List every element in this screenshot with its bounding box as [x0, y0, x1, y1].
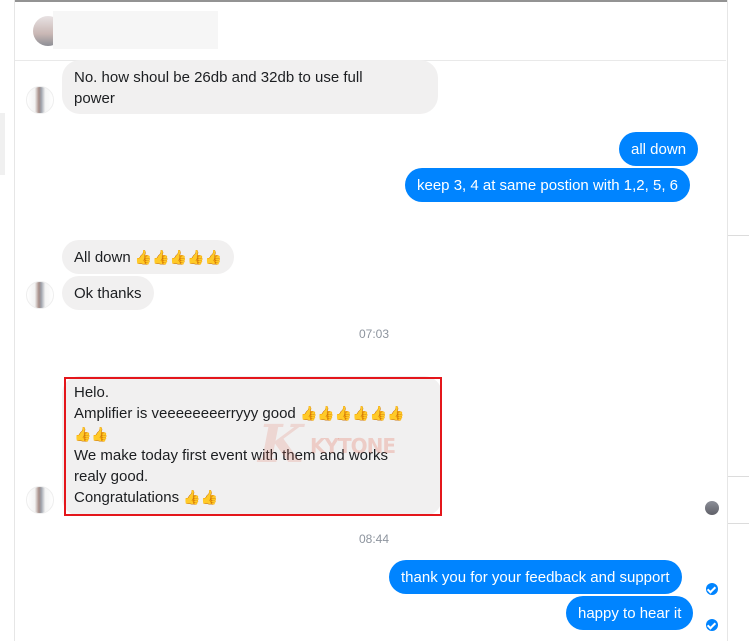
incoming-message[interactable]: All down 👍👍👍👍👍: [62, 240, 235, 274]
incoming-message[interactable]: Ok thanks: [62, 276, 154, 310]
message-line: power: [74, 90, 115, 107]
outgoing-message[interactable]: keep 3, 4 at same postion with 1,2, 5, 6: [405, 168, 690, 202]
avatar[interactable]: [26, 281, 54, 309]
avatar[interactable]: [26, 486, 54, 514]
outgoing-message[interactable]: happy to hear it: [566, 596, 694, 630]
check-icon: [706, 619, 718, 631]
read-receipt-avatar: [705, 501, 719, 515]
divider: [728, 235, 749, 236]
message-text: keep 3, 4 at same postion with 1,2, 5, 6: [417, 177, 678, 194]
message-line: No. how shoul be 26db and 32db to use fu…: [74, 69, 363, 86]
timestamp: 07:03: [358, 327, 390, 341]
highlight-box: [64, 377, 442, 516]
incoming-message[interactable]: No. how shoul be 26db and 32db to use fu…: [62, 60, 438, 114]
thumbs-up-icon: 👍👍👍👍👍: [134, 249, 223, 265]
outgoing-message[interactable]: all down: [619, 132, 699, 166]
divider: [728, 476, 749, 477]
message-text: happy to hear it: [578, 605, 682, 622]
conversation-header: [15, 2, 726, 61]
divider: [728, 523, 749, 524]
timestamp: 08:44: [358, 532, 390, 546]
left-panel-edge: [0, 0, 15, 641]
message-text: All down: [74, 249, 131, 266]
outgoing-message[interactable]: thank you for your feedback and support: [389, 560, 682, 594]
message-text: all down: [631, 141, 687, 158]
check-icon: [706, 583, 718, 595]
right-panel-edge: [727, 0, 749, 641]
message-text: thank you for your feedback and support: [401, 569, 670, 586]
avatar[interactable]: [26, 86, 54, 114]
left-panel-tab[interactable]: [0, 113, 5, 175]
message-text: Ok thanks: [74, 285, 142, 302]
contact-name-redacted: [53, 11, 218, 49]
